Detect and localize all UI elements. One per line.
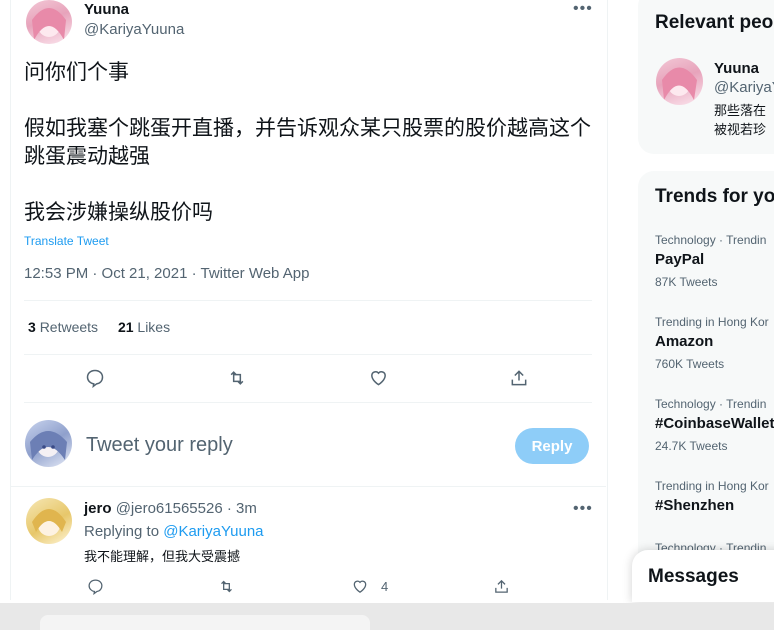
reply-share-icon[interactable]: [484, 569, 518, 603]
reply-like-icon[interactable]: [343, 569, 377, 603]
like-icon[interactable]: [361, 361, 395, 395]
trends-title: Trends for yo: [655, 186, 774, 207]
reply-author-avatar[interactable]: [26, 498, 72, 544]
divider: [24, 402, 592, 403]
tweet-stats: 3 Retweets 21 Likes: [28, 319, 170, 335]
messages-label[interactable]: Messages: [648, 566, 739, 588]
divider: [24, 354, 592, 355]
messages-drawer[interactable]: Messages: [632, 550, 774, 602]
current-user-avatar[interactable]: [25, 420, 72, 467]
trend-count: 87K Tweets: [655, 275, 718, 289]
reply-author-name[interactable]: jero: [84, 500, 112, 517]
reply-more-icon[interactable]: •••: [573, 500, 593, 518]
reply-button[interactable]: Reply: [515, 428, 589, 464]
reply-author[interactable]: jero @jero61565526 · 3m: [84, 500, 257, 517]
trend-count: 24.7K Tweets: [655, 439, 728, 453]
divider: [10, 486, 606, 487]
trend-name[interactable]: #CoinbaseWallet: [655, 415, 774, 432]
share-icon[interactable]: [502, 361, 536, 395]
trend-count: 760K Tweets: [655, 357, 725, 371]
trend-name[interactable]: #Shenzhen: [655, 497, 734, 514]
replying-handle-link[interactable]: @KariyaYuuna: [163, 523, 263, 540]
reply-icon[interactable]: [78, 361, 112, 395]
author-avatar[interactable]: [26, 0, 72, 44]
replying-to: Replying to @KariyaYuuna: [84, 523, 264, 540]
author-name[interactable]: Yuuna: [84, 1, 129, 18]
likes-count[interactable]: 21: [118, 319, 134, 335]
trend-name[interactable]: PayPal: [655, 251, 704, 268]
relevant-bio: 那些落在 被视若珍: [714, 104, 767, 138]
divider: [24, 300, 592, 301]
tweet-meta: 12:53 PM · Oct 21, 2021 · Twitter Web Ap…: [24, 265, 310, 282]
author-handle[interactable]: @KariyaYuuna: [84, 21, 184, 38]
likes-label[interactable]: Likes: [137, 319, 170, 335]
trend-name[interactable]: Amazon: [655, 333, 713, 350]
bottom-tab: [40, 615, 370, 630]
tweet-text: 问你们个事 假如我塞个跳蛋开直播，并告诉观众某只股票的股价越高这个跳蛋震动越强 …: [24, 60, 591, 224]
more-icon[interactable]: •••: [573, 0, 593, 18]
reply-text: 我不能理解，但我大受震撼: [84, 550, 241, 565]
retweets-label[interactable]: Retweets: [40, 319, 98, 335]
reply-reply-icon[interactable]: [78, 569, 112, 603]
reply-like-count[interactable]: 4: [381, 579, 388, 594]
relevant-people-title: Relevant peo: [655, 12, 774, 33]
bottom-bar: [0, 603, 774, 630]
trend-category: Technology · Trendin: [655, 233, 767, 247]
retweet-icon[interactable]: [220, 361, 254, 395]
relevant-handle[interactable]: @KariyaY: [714, 79, 774, 96]
relevant-avatar[interactable]: [656, 58, 703, 105]
retweets-count[interactable]: 3: [28, 319, 36, 335]
reply-input[interactable]: Tweet your reply: [86, 434, 233, 457]
translate-tweet-link[interactable]: Translate Tweet: [24, 234, 109, 248]
trend-category: Trending in Hong Kor: [655, 315, 769, 329]
replying-prefix: Replying to: [84, 523, 160, 540]
trend-category: Trending in Hong Kor: [655, 479, 769, 493]
reply-retweet-icon[interactable]: [209, 569, 243, 603]
reply-author-handle[interactable]: @jero61565526 · 3m: [116, 500, 257, 517]
trend-category: Technology · Trendin: [655, 397, 767, 411]
relevant-name[interactable]: Yuuna: [714, 60, 759, 77]
